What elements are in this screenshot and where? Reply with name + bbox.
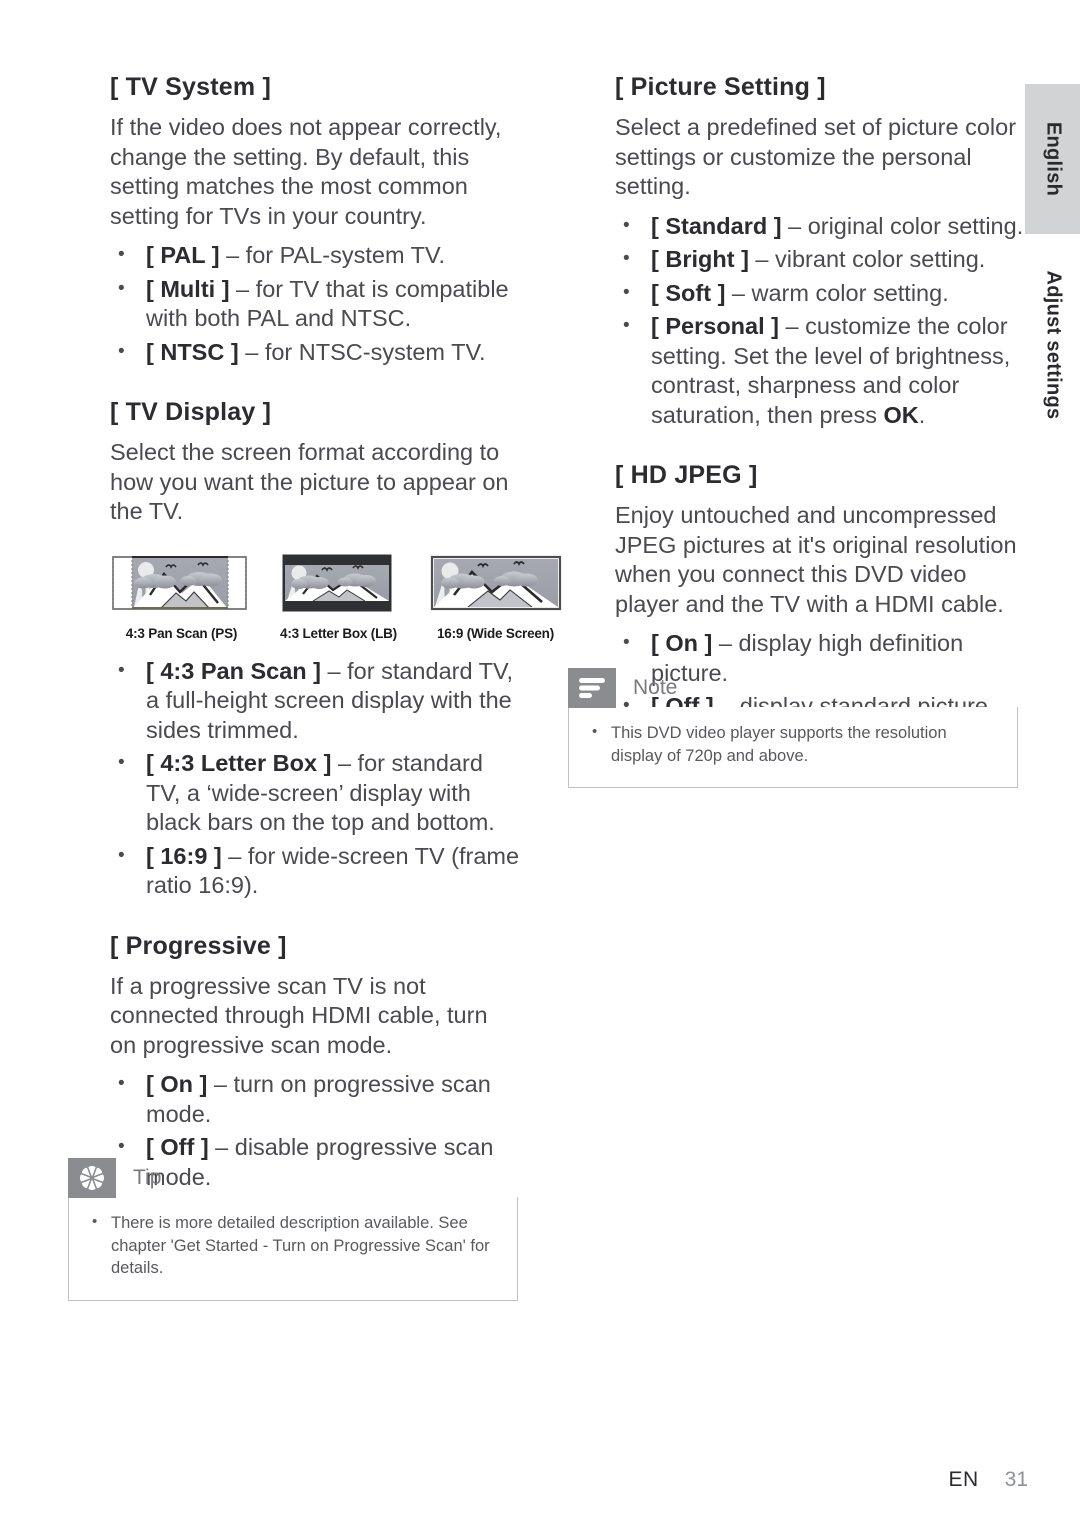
heading-tv-display: [ TV Display ] <box>110 398 272 426</box>
option-desc-end: . <box>918 401 926 428</box>
figure-caption: 16:9 (Wide Screen) <box>436 625 555 641</box>
note-list: This DVD video player supports the resol… <box>585 721 999 767</box>
paragraph-hd-jpeg: Enjoy untouched and uncompressed JPEG pi… <box>615 502 1017 617</box>
figure-pan-scan: 4:3 Pan Scan (PS) <box>110 549 253 641</box>
list-item: [ PAL ] – for PAL-system TV. <box>110 240 520 271</box>
option-token: [ On ] <box>146 1071 208 1097</box>
footer-page-number: 31 <box>1004 1468 1028 1491</box>
figure-letter-box: 4:3 Letter Box (LB) <box>267 549 410 641</box>
heading-tv-system: [ TV System ] <box>110 73 271 101</box>
option-desc: – for NTSC-system TV. <box>238 338 486 365</box>
option-token: [ 4:3 Letter Box ] <box>146 750 332 776</box>
heading-picture-setting: [ Picture Setting ] <box>615 73 826 101</box>
list-item: [ 4:3 Letter Box ] – for standard TV, a … <box>110 748 520 838</box>
option-desc: – for PAL-system TV. <box>219 242 446 268</box>
list-item: [ Standard ] – original color setting. <box>615 211 1030 242</box>
option-token: [ 4:3 Pan Scan ] <box>146 657 321 684</box>
list-item: [ Soft ] – warm color setting. <box>615 278 1030 309</box>
tip-callout-title: Tip <box>133 1166 162 1189</box>
list-item: [ NTSC ] – for NTSC-system TV. <box>110 337 520 368</box>
option-desc: – vibrant color setting. <box>748 246 986 272</box>
footer-language-code: EN <box>948 1468 979 1491</box>
pan-scan-image <box>112 555 247 610</box>
option-token: [ Standard ] <box>651 212 782 239</box>
list-item: [ Multi ] – for TV that is compatible wi… <box>110 274 520 334</box>
tip-callout: Tip There is more detailed description a… <box>68 1158 518 1301</box>
list-item: This DVD video player supports the resol… <box>585 721 999 767</box>
wide-screen-image <box>430 555 562 610</box>
option-token: [ 16:9 ] <box>146 842 222 869</box>
tip-list: There is more detailed description avail… <box>85 1211 499 1280</box>
list-picture-setting: [ Standard ] – original color setting. [… <box>615 211 1030 431</box>
heading-hd-jpeg: [ HD JPEG ] <box>615 461 758 489</box>
list-tv-system: [ PAL ] – for PAL-system TV. [ Multi ] –… <box>110 240 520 368</box>
option-token: [ Personal ] <box>651 313 779 339</box>
list-item: There is more detailed description avail… <box>85 1211 499 1280</box>
list-item: [ On ] – turn on progressive scan mode. <box>110 1069 520 1129</box>
left-column: [ TV System ] If the video does not appe… <box>110 72 562 1202</box>
note-callout-header: Note <box>568 668 1018 708</box>
letter-box-illustration <box>267 549 410 617</box>
option-token: [ Soft ] <box>651 279 726 306</box>
note-callout-title: Note <box>633 676 678 699</box>
right-column: [ Picture Setting ] Select a predefined … <box>615 72 1030 732</box>
note-lines-icon <box>568 668 616 708</box>
language-tab-label: English <box>1042 121 1064 197</box>
section-tab-label: Adjust settings <box>1042 270 1064 420</box>
list-item: [ 16:9 ] – for wide-screen TV (frame rat… <box>110 841 520 901</box>
list-tv-display: [ 4:3 Pan Scan ] – for standard TV, a fu… <box>110 656 520 901</box>
list-item: [ 4:3 Pan Scan ] – for standard TV, a fu… <box>110 656 520 746</box>
tv-display-figure-group: 4:3 Pan Scan (PS) 4:3 Letter Box (LB) 16… <box>110 549 562 641</box>
list-item: [ Bright ] – vibrant color setting. <box>615 244 1030 275</box>
language-tab: English <box>1025 84 1080 234</box>
page-footer: EN 31 <box>948 1468 1028 1492</box>
heading-progressive: [ Progressive ] <box>110 931 287 960</box>
note-callout: Note This DVD video player supports the … <box>568 668 1018 788</box>
paragraph-picture-setting: Select a predefined set of picture color… <box>615 114 1017 199</box>
option-token: [ On ] <box>651 630 713 656</box>
option-token: [ Bright ] <box>651 246 749 272</box>
figure-wide-screen: 16:9 (Wide Screen) <box>424 549 567 641</box>
option-key: OK <box>883 401 919 428</box>
list-item: [ Personal ] – customize the color setti… <box>615 311 1030 430</box>
letter-box-image <box>282 554 392 611</box>
section-tab: Adjust settings <box>1025 250 1080 440</box>
tip-callout-body: There is more detailed description avail… <box>68 1197 518 1301</box>
wide-screen-illustration <box>424 549 567 617</box>
tip-callout-header: Tip <box>68 1158 518 1198</box>
manual-page: English Adjust settings [ TV System ] If… <box>0 0 1080 1527</box>
option-token: [ NTSC ] <box>146 338 239 365</box>
paragraph-tv-system: If the video does not appear correctly, … <box>110 114 502 229</box>
figure-caption: 4:3 Letter Box (LB) <box>280 625 397 641</box>
asterisk-flower-icon <box>68 1158 116 1198</box>
option-token: [ Multi ] <box>146 275 230 302</box>
paragraph-progressive: If a progressive scan TV is not connecte… <box>110 972 488 1058</box>
paragraph-tv-display: Select the screen format according to ho… <box>110 439 509 524</box>
figure-caption: 4:3 Pan Scan (PS) <box>125 625 238 641</box>
note-callout-body: This DVD video player supports the resol… <box>568 707 1018 788</box>
option-desc: – original color setting. <box>781 212 1024 239</box>
pan-scan-illustration <box>110 549 253 617</box>
option-desc: – warm color setting. <box>725 279 949 306</box>
option-token: [ Off ] <box>146 1134 209 1160</box>
option-token: [ PAL ] <box>146 242 220 268</box>
